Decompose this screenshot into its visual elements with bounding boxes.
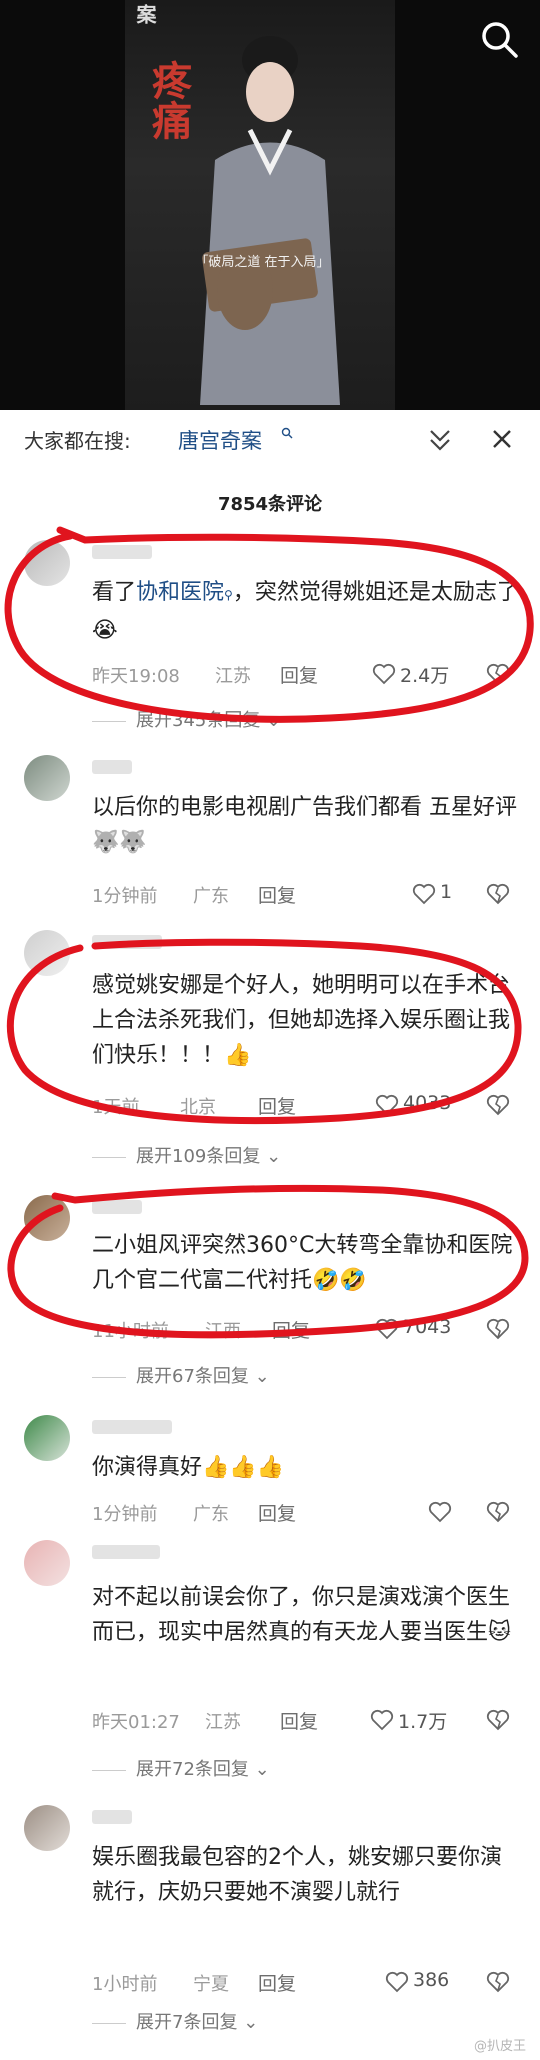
username-blurred [92,760,132,774]
like-count: 2.4万 [400,665,450,687]
reply-button[interactable]: 回复 [258,1499,296,1526]
reply-button[interactable]: 回复 [272,1316,310,1343]
comment-text: 感觉姚安娜是个好人，她明明可以在手术台上合法杀死我们，但她却选择入娱乐圈让我们快… [92,973,511,1068]
expand-replies-button[interactable]: 展开7条回复 ⌄ [92,2008,258,2034]
comment-time: 昨天19:08 [92,666,180,687]
comment-time: 1分钟前 [92,886,158,907]
broken-heart-icon[interactable] [486,662,510,686]
heart-icon[interactable] [375,1318,399,1340]
like-count: 1.7万 [398,1711,448,1733]
heart-icon[interactable] [428,1501,452,1523]
broken-heart-icon[interactable] [486,1970,510,1994]
comment-location: 宁夏 [193,1974,229,1995]
poster-caption: 「破局之道 在于入局」 [195,255,330,270]
comment-time: 昨天01:27 [92,1712,180,1733]
expand-replies-button[interactable]: 展开109条回复 ⌄ [92,1142,281,1168]
video-player[interactable]: 案 疼痛 「破局之道 在于入局」 [0,0,540,410]
poster-figure-illustration [200,36,340,405]
comment-text: 以后你的电影电视剧广告我们都看 五星好评🐺🐺 [92,795,517,855]
comment-time: 1天前 [92,1097,140,1118]
broken-heart-icon[interactable] [486,882,510,906]
expand-replies-button[interactable]: 展开67条回复 ⌄ [92,1362,270,1388]
comments-count-title: 7854条评论 [217,494,323,515]
heart-icon[interactable] [370,1709,394,1731]
heart-icon[interactable] [385,1971,409,1993]
comment-time: 11小时前 [92,1321,169,1342]
avatar[interactable] [24,755,70,801]
collapse-chevron-icon[interactable] [427,426,453,452]
broken-heart-icon[interactable] [486,1708,510,1732]
search-icon: ⚲ [224,588,233,602]
username-blurred [92,1545,160,1559]
like-count: 7043 [403,1316,452,1338]
comment-text: 对不起以前误会你了，你只是演戏演个医生而已，现实中居然真的有天龙人要当医生🐱 [92,1585,511,1645]
username-blurred [92,545,152,559]
chevron-down-icon: ⌄ [254,1366,270,1387]
like-count: 386 [413,1969,450,1991]
comment-text: 看了协和医院⚲，突然觉得姚姐还是太励志了😭 [92,580,519,643]
avatar[interactable] [24,930,70,976]
avatar[interactable] [24,540,70,586]
avatar[interactable] [24,1195,70,1241]
username-blurred [92,1420,172,1434]
video-poster: 案 疼痛 「破局之道 在于入局」 [125,0,395,410]
poster-vertical-title: 疼痛 [145,60,192,140]
comment-location: 江苏 [215,666,251,687]
avatar[interactable] [24,1540,70,1586]
like-count: 4033 [403,1092,452,1114]
watermark: @扒皮王 [473,2039,526,2054]
comment-text: 二小姐风评突然360°C大转弯全靠协和医院几个官二代富二代衬托🤣🤣 [92,1233,513,1293]
comment-location: 江西 [205,1321,241,1342]
comment-text: 你演得真好👍👍👍 [92,1455,285,1480]
chevron-down-icon: ⌄ [266,710,282,731]
comment-time: 1分钟前 [92,1504,158,1525]
comment-time: 1小时前 [92,1974,158,1995]
search-icon[interactable] [478,18,520,60]
broken-heart-icon[interactable] [486,1317,510,1341]
expand-replies-button[interactable]: 展开345条回复 ⌄ [92,706,281,732]
reply-button[interactable]: 回复 [258,1969,296,1996]
comment-link[interactable]: 协和医院 [136,580,224,605]
comment-location: 广东 [193,1504,229,1525]
close-icon[interactable] [489,426,515,452]
broken-heart-icon[interactable] [486,1093,510,1117]
heart-icon[interactable] [375,1094,399,1116]
avatar[interactable] [24,1415,70,1461]
comment-location: 江苏 [205,1712,241,1733]
reply-button[interactable]: 回复 [280,1707,318,1734]
reply-button[interactable]: 回复 [258,1092,296,1119]
poster-corner-text: 案 [133,4,157,24]
reply-button[interactable]: 回复 [280,661,318,688]
avatar[interactable] [24,1805,70,1851]
comment-location: 北京 [180,1097,216,1118]
chevron-down-icon: ⌄ [254,1759,270,1780]
like-count: 1 [440,881,453,903]
search-icon [281,427,293,439]
comment-text: 娱乐圈我最包容的2个人，姚安娜只要你演就行，庆奶只要她不演婴儿就行 [92,1845,502,1905]
chevron-down-icon: ⌄ [243,2012,259,2033]
hot-search-keyword[interactable]: 唐宫奇案 [178,425,262,455]
broken-heart-icon[interactable] [486,1500,510,1524]
username-blurred [92,1200,142,1214]
reply-button[interactable]: 回复 [258,881,296,908]
comment-location: 广东 [193,886,229,907]
expand-replies-button[interactable]: 展开72条回复 ⌄ [92,1755,270,1781]
heart-icon[interactable] [372,663,396,685]
heart-icon[interactable] [412,883,436,905]
chevron-down-icon: ⌄ [266,1146,282,1167]
username-blurred [92,935,162,949]
hot-search-prefix: 大家都在搜: [24,429,131,453]
username-blurred [92,1810,132,1824]
